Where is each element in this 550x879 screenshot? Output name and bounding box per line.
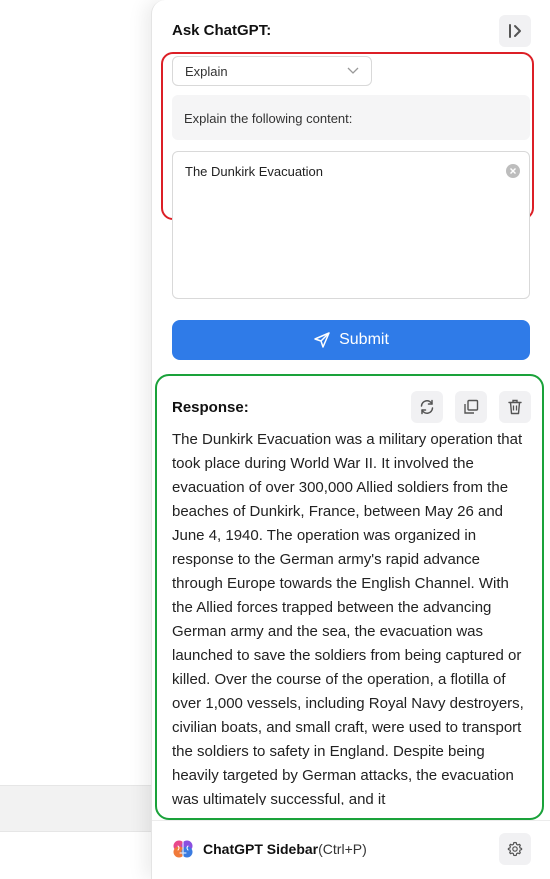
footer-brand-name: ChatGPT Sidebar: [203, 841, 319, 857]
collapse-sidebar-button[interactable]: [499, 15, 531, 47]
trash-icon: [508, 399, 522, 415]
gear-icon: [507, 841, 523, 857]
collapse-sidebar-icon: [509, 24, 521, 38]
background-band: [0, 785, 160, 832]
footer-brand: ChatGPT Sidebar(Ctrl+P): [203, 841, 367, 857]
submit-button[interactable]: Submit: [172, 320, 530, 360]
regenerate-button[interactable]: [411, 391, 443, 423]
settings-button[interactable]: [499, 833, 531, 865]
brain-logo-icon: [173, 840, 193, 858]
clear-icon[interactable]: [506, 164, 520, 178]
chatgpt-sidebar-panel: Ask ChatGPT: Explain Explain the followi…: [151, 0, 550, 879]
copy-icon: [464, 399, 479, 414]
footer-shortcut: (Ctrl+P): [318, 841, 367, 857]
submit-button-label: Submit: [339, 331, 389, 348]
response-title: Response:: [172, 399, 249, 416]
content-textarea[interactable]: The Dunkirk Evacuation: [172, 151, 530, 299]
prompt-template-box: Explain the following content:: [172, 95, 530, 140]
send-icon: [314, 332, 330, 348]
prompt-template-label: Explain the following content:: [184, 111, 353, 126]
panel-title: Ask ChatGPT:: [172, 22, 272, 39]
delete-button[interactable]: [499, 391, 531, 423]
sidebar-footer: ChatGPT Sidebar(Ctrl+P): [152, 820, 550, 879]
copy-button[interactable]: [455, 391, 487, 423]
response-text: The Dunkirk Evacuation was a military op…: [172, 431, 524, 805]
mode-select-value: Explain: [185, 63, 228, 79]
refresh-icon: [420, 399, 434, 415]
chevron-down-icon: [347, 67, 359, 74]
content-textarea-value: The Dunkirk Evacuation: [185, 164, 324, 179]
mode-select[interactable]: Explain: [172, 56, 372, 86]
